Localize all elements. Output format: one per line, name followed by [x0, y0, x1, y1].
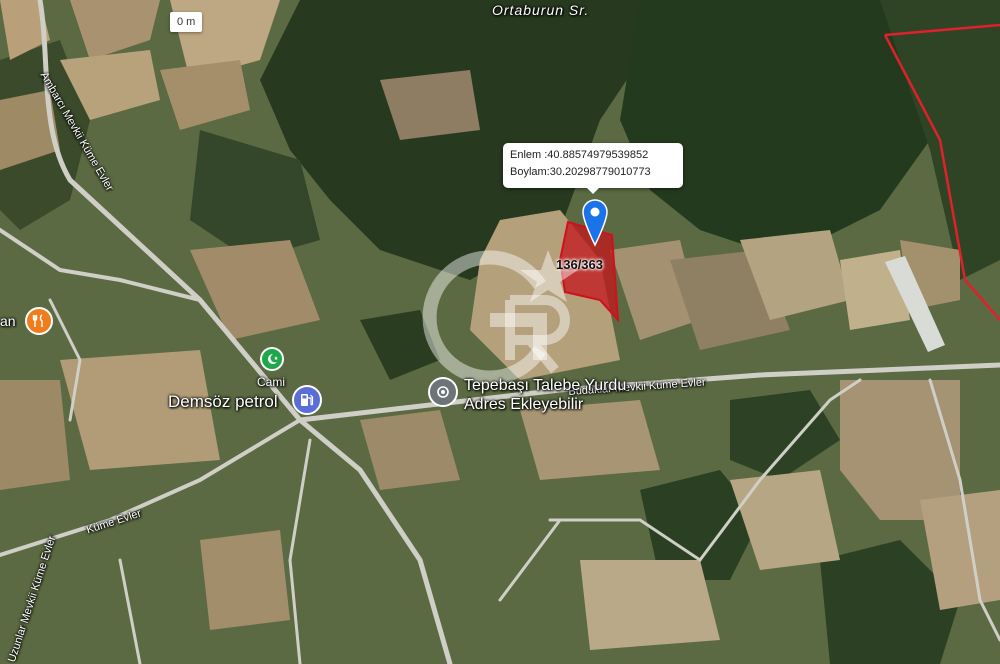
road-label-ortaburun: Ortaburun Sr.: [492, 2, 590, 18]
latitude-text: Enlem :40.88574979539852: [510, 149, 649, 161]
satellite-imagery: [0, 0, 1000, 664]
satellite-map[interactable]: 0 m Ortaburun Sr. Ambarcı Mevkii Küme Ev…: [0, 0, 1000, 664]
yurdu-label-line2[interactable]: Adres Ekleyebilir: [464, 396, 583, 414]
mosque-label[interactable]: Cami: [257, 375, 285, 389]
petrol-label[interactable]: Demsöz petrol: [168, 392, 278, 412]
scale-label: 0 m: [170, 12, 203, 32]
mosque-icon[interactable]: [260, 347, 284, 371]
parcel-number-label: 136/363: [556, 257, 603, 272]
longitude-text: Boylam:30.20298779010773: [510, 166, 651, 178]
coordinates-tooltip: Enlem :40.88574979539852 Boylam:30.20298…: [503, 143, 683, 194]
restaurant-label[interactable]: an: [0, 313, 16, 329]
place-icon[interactable]: [428, 377, 458, 407]
location-pin-icon[interactable]: [582, 199, 608, 247]
fuel-icon[interactable]: [292, 385, 322, 415]
yurdu-label-line1[interactable]: Tepebaşı Talebe Yurdu: [464, 377, 626, 395]
restaurant-icon[interactable]: [25, 307, 53, 335]
